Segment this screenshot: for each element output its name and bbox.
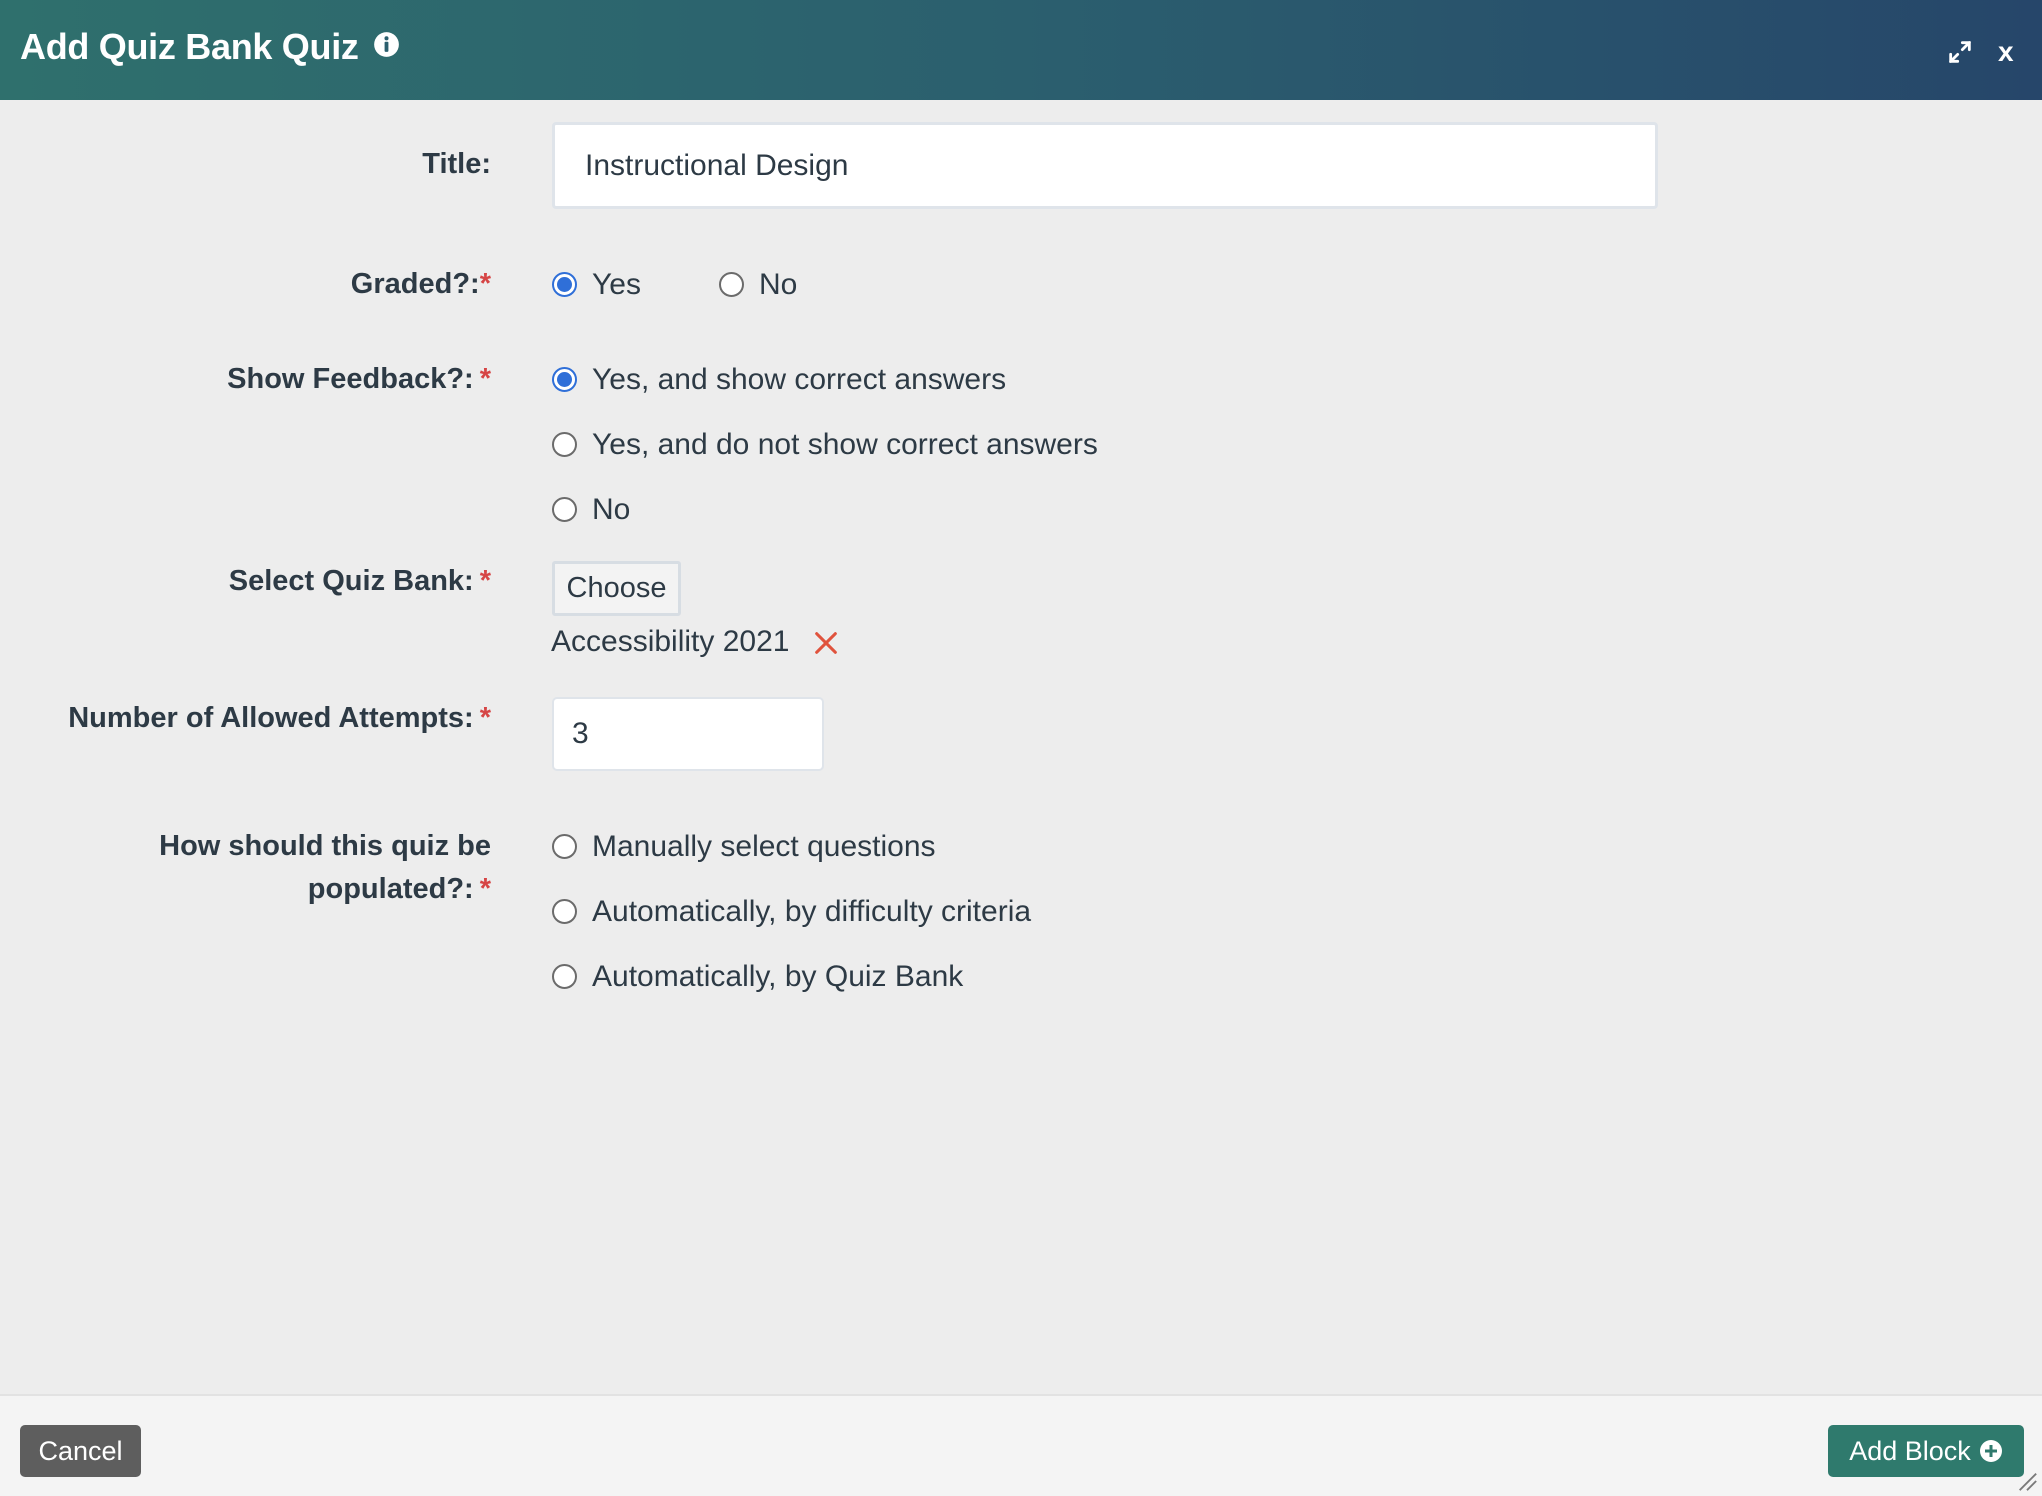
close-button[interactable]: x [1998,36,2014,68]
required-marker: * [479,565,491,597]
plus-circle-icon [1979,1440,2002,1462]
radio-button[interactable] [552,272,577,297]
info-icon[interactable] [373,31,400,58]
attempts-input[interactable] [552,697,824,771]
cancel-button[interactable]: Cancel [20,1425,141,1477]
attempts-label: Number of Allowed Attempts: * [68,702,491,734]
dialog-title: Add Quiz Bank Quiz [20,26,359,67]
radio-button[interactable] [552,432,577,457]
feedback-no-radio[interactable]: No [552,488,630,531]
radio-label: Yes, and show correct answers [592,362,1007,396]
required-marker: * [479,702,491,734]
graded-no-radio[interactable]: No [719,263,797,306]
radio-label: Automatically, by difficulty criteria [592,894,1032,928]
remove-icon[interactable] [812,629,840,657]
populate-label: How should this quiz be populated?: * [159,830,491,905]
graded-label: Graded?:* [350,268,491,300]
title-input[interactable] [552,122,1658,209]
required-marker: * [479,873,491,905]
populate-manual-radio[interactable]: Manually select questions [552,825,936,868]
dialog-header: Add Quiz Bank Quiz x [0,0,2042,100]
radio-label: Manually select questions [592,829,936,863]
required-marker: * [479,268,491,300]
radio-button[interactable] [552,497,577,522]
quiz-bank-label: Select Quiz Bank: * [228,565,491,597]
feedback-label: Show Feedback?: * [227,363,491,395]
radio-button[interactable] [552,834,577,859]
feedback-show-correct-radio[interactable]: Yes, and show correct answers [552,358,1006,401]
radio-label: Automatically, by Quiz Bank [592,959,964,993]
selected-quiz-bank: Accessibility 2021 [551,625,790,658]
radio-button[interactable] [552,964,577,989]
radio-button[interactable] [552,367,577,392]
title-label: Title: [422,148,491,180]
populate-quiz-bank-radio[interactable]: Automatically, by Quiz Bank [552,955,963,998]
populate-difficulty-radio[interactable]: Automatically, by difficulty criteria [552,890,1031,933]
add-block-label: Add Block [1849,1435,1971,1466]
add-block-button[interactable]: Add Block [1828,1425,2024,1477]
dialog-footer: Cancel Add Block [0,1394,2042,1496]
radio-label: No [592,492,631,526]
choose-quiz-bank-button[interactable]: Choose [552,561,681,616]
feedback-hide-correct-radio[interactable]: Yes, and do not show correct answers [552,423,1098,466]
graded-yes-radio[interactable]: Yes [552,263,641,306]
resize-handle-icon[interactable] [2016,1470,2038,1492]
required-marker: * [479,363,491,395]
radio-label: Yes, and do not show correct answers [592,427,1098,461]
radio-button[interactable] [552,899,577,924]
radio-label: No [759,267,798,301]
radio-label: Yes [592,267,641,301]
expand-icon[interactable] [1946,38,1974,66]
radio-button[interactable] [719,272,744,297]
